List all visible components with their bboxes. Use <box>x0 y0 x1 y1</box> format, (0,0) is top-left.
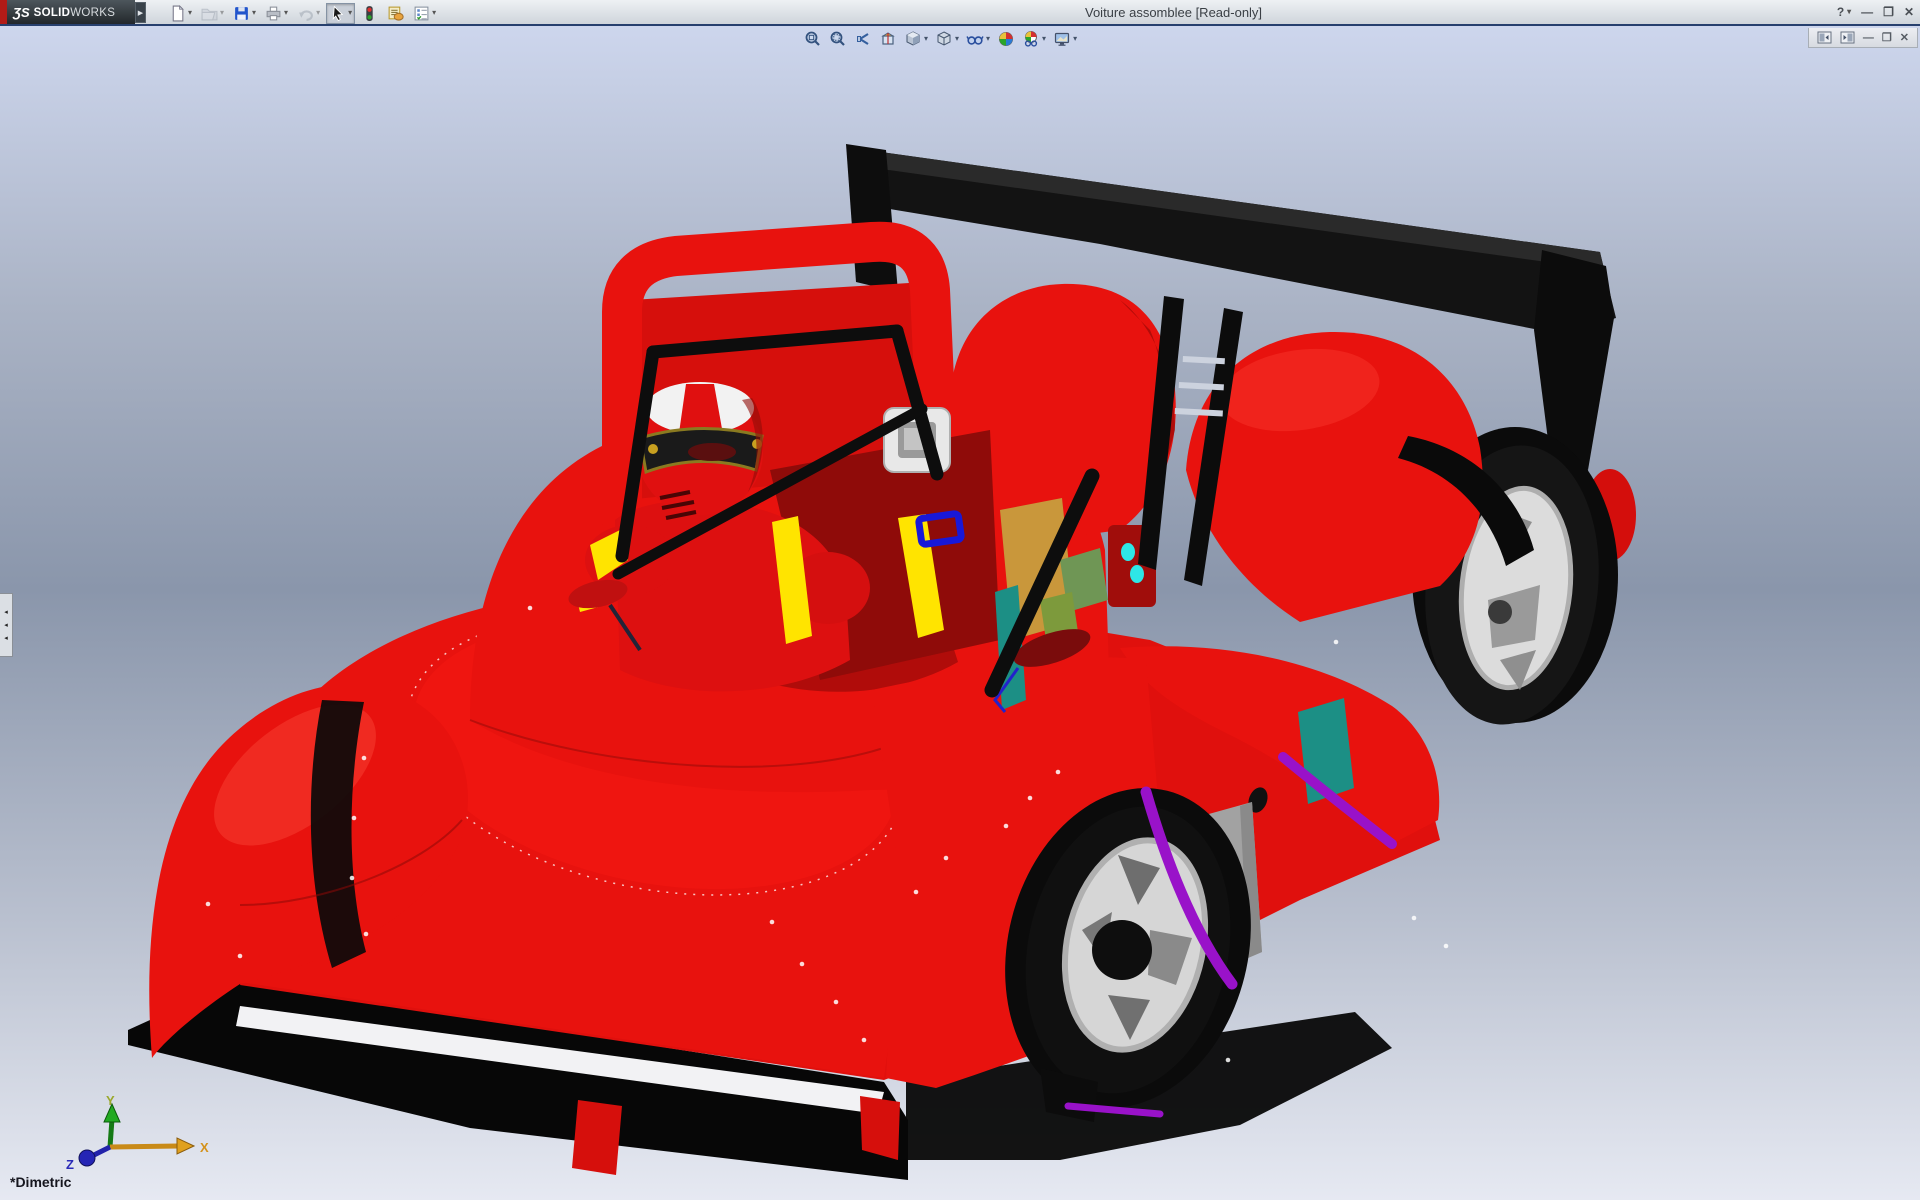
restore-button[interactable]: ❐ <box>1883 5 1894 19</box>
view-orientation-label: *Dimetric <box>10 1174 71 1190</box>
section-view[interactable] <box>878 29 898 48</box>
open-document-dropdown-icon[interactable]: ▾ <box>220 9 224 17</box>
new-document[interactable]: ▾ <box>166 3 195 24</box>
doc-minimize-glyph: — <box>1863 32 1874 44</box>
view-settings-dropdown-icon[interactable]: ▾ <box>1073 35 1077 43</box>
race-car-model <box>0 26 1920 1200</box>
solidworks-logo: ƷS SOLIDWORKS <box>7 0 135 24</box>
feature-panel-collapse-tab[interactable]: ◂ ◂ ◂ <box>0 593 13 657</box>
options[interactable]: ▾ <box>410 3 439 24</box>
collapse-arrow-icon: ◂ <box>4 609 8 616</box>
hide-show-items[interactable]: ▾ <box>965 29 991 48</box>
solidworks-window: ƷS SOLIDWORKS ▶ ▾ ▾ ▾ ▾ ▾ ▾ ▾ Voiture assomble… <box>0 0 1920 1200</box>
rebuild[interactable] <box>358 3 381 24</box>
collapse-arrow-icon: ◂ <box>4 622 8 629</box>
print-document[interactable]: ▾ <box>262 3 291 24</box>
menu-expand-arrow[interactable]: ▶ <box>135 2 146 23</box>
doc-close-glyph: ✕ <box>1900 31 1909 44</box>
previous-view[interactable] <box>853 29 873 48</box>
new-document-dropdown-icon[interactable]: ▾ <box>188 9 192 17</box>
window-controls: ?▾ — ❐ ✕ <box>1837 2 1914 22</box>
minimize-button[interactable]: — <box>1861 5 1873 19</box>
doc-restore-glyph: ❐ <box>1882 31 1892 44</box>
title-bar: ƷS SOLIDWORKS ▶ ▾ ▾ ▾ ▾ ▾ ▾ ▾ Voiture assomble… <box>0 0 1920 26</box>
brand-name-bold: SOLID <box>34 7 71 19</box>
triad-z-axis: Z <box>66 1147 110 1172</box>
options-dropdown-icon[interactable]: ▾ <box>432 9 436 17</box>
save-document[interactable]: ▾ <box>230 3 259 24</box>
close-button[interactable]: ✕ <box>1904 5 1914 19</box>
viewport-3d[interactable] <box>0 26 1920 1200</box>
print-document-dropdown-icon[interactable]: ▾ <box>284 9 288 17</box>
help-button-dropdown-icon[interactable]: ▾ <box>1847 8 1851 16</box>
window-title: Voiture assomblee [Read-only] <box>1085 5 1262 20</box>
brand-mark: ƷS <box>13 5 30 20</box>
open-document[interactable]: ▾ <box>198 3 227 24</box>
display-style[interactable]: ▾ <box>934 29 960 48</box>
tile-left[interactable] <box>1817 31 1832 44</box>
undo-dropdown-icon[interactable]: ▾ <box>316 9 320 17</box>
select[interactable]: ▾ <box>326 3 355 24</box>
help-button[interactable]: ?▾ <box>1837 5 1851 19</box>
save-document-dropdown-icon[interactable]: ▾ <box>252 9 256 17</box>
apply-scene-dropdown-icon[interactable]: ▾ <box>1042 35 1046 43</box>
brand-name-light: WORKS <box>70 7 115 19</box>
svg-text:X: X <box>200 1140 209 1155</box>
zoom-to-fit[interactable] <box>803 29 823 48</box>
undo[interactable]: ▾ <box>294 3 323 24</box>
view-orientation-dropdown-icon[interactable]: ▾ <box>924 35 928 43</box>
hide-show-items-dropdown-icon[interactable]: ▾ <box>986 35 990 43</box>
view-orientation[interactable]: ▾ <box>903 29 929 48</box>
zoom-to-area[interactable] <box>828 29 848 48</box>
standard-toolbar: ▾ ▾ ▾ ▾ ▾ ▾ ▾ <box>166 2 439 24</box>
heads-up-view-toolbar: ▾ ▾ ▾ ▾ ▾ <box>803 29 1078 48</box>
svg-text:Y: Y <box>106 1095 115 1108</box>
display-style-dropdown-icon[interactable]: ▾ <box>955 35 959 43</box>
doc-minimize[interactable]: — <box>1863 32 1874 44</box>
triad-x-axis: X <box>110 1138 209 1155</box>
document-window-controls: — ❐ ✕ <box>1808 28 1918 48</box>
view-settings[interactable]: ▾ <box>1052 29 1078 48</box>
edit-color[interactable] <box>384 3 407 24</box>
edit-appearance[interactable] <box>996 29 1016 48</box>
tile-right[interactable] <box>1840 31 1855 44</box>
svg-text:Z: Z <box>66 1157 74 1172</box>
brand-stripe <box>0 0 7 24</box>
collapse-arrow-icon: ◂ <box>4 635 8 642</box>
doc-restore[interactable]: ❐ <box>1882 31 1892 44</box>
apply-scene[interactable]: ▾ <box>1021 29 1047 48</box>
select-dropdown-icon[interactable]: ▾ <box>348 9 352 17</box>
doc-close[interactable]: ✕ <box>1900 31 1909 44</box>
triad-y-axis: Y <box>104 1095 120 1147</box>
